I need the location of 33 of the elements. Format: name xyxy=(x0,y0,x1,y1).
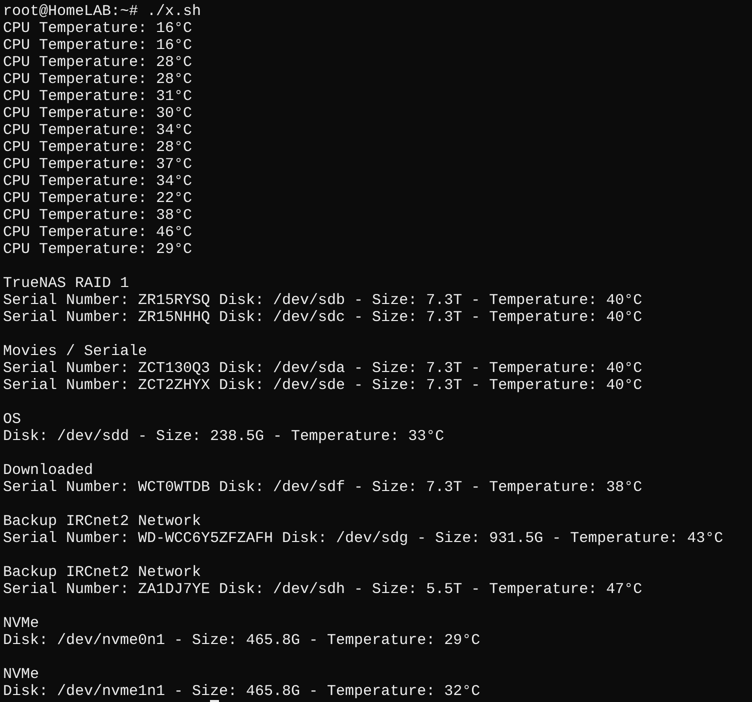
output-line: CPU Temperature: 28°C xyxy=(3,139,192,156)
output-line: CPU Temperature: 28°C xyxy=(3,71,192,88)
output-line: Serial Number: ZCT2ZHYX Disk: /dev/sde - Size: 7.3T - Temperature: 40°C xyxy=(3,377,642,394)
output-line: Disk: /dev/nvme0n1 - Size: 465.8G - Temperature: 29°C xyxy=(3,632,480,649)
output-line: CPU Temperature: 29°C xyxy=(3,241,192,258)
output-line: CPU Temperature: 46°C xyxy=(3,224,192,241)
output-line: CPU Temperature: 31°C xyxy=(3,88,192,105)
group-heading: OS xyxy=(3,411,22,428)
output-line: CPU Temperature: 34°C xyxy=(3,122,192,139)
output-line: CPU Temperature: 28°C xyxy=(3,54,192,71)
output-line: Disk: /dev/sdd - Size: 238.5G - Temperature: 33°C xyxy=(3,428,444,445)
command-prompt: root@HomeLAB:~# ./x.sh xyxy=(3,3,202,20)
output-line: Serial Number: ZA1DJ7YE Disk: /dev/sdh - Size: 5.5T - Temperature: 47°C xyxy=(3,581,642,598)
group-heading: Movies / Seriale xyxy=(3,343,148,360)
output-line: CPU Temperature: 22°C xyxy=(3,190,192,207)
group-heading: TrueNAS RAID 1 xyxy=(3,275,130,292)
output-line: CPU Temperature: 37°C xyxy=(3,156,192,173)
group-heading: Downloaded xyxy=(3,462,94,479)
output-line: Disk: /dev/nvme1n1 - Size: 465.8G - Temperature: 32°C xyxy=(3,683,480,700)
output-line: Serial Number: ZR15NHHQ Disk: /dev/sdc - Size: 7.3T - Temperature: 40°C xyxy=(3,309,642,326)
output-line: CPU Temperature: 38°C xyxy=(3,207,192,224)
output-line: Serial Number: WD-WCC6Y5ZFZAFH Disk: /dev/sdg - Size: 931.5G - Temperature: 43°C xyxy=(3,530,724,547)
output-line: Serial Number: WCT0WTDB Disk: /dev/sdf - Size: 7.3T - Temperature: 38°C xyxy=(3,479,642,496)
group-heading: NVMe xyxy=(3,615,40,632)
group-heading: NVMe xyxy=(3,666,40,683)
output-line: Serial Number: ZCT130Q3 Disk: /dev/sda - Size: 7.3T - Temperature: 40°C xyxy=(3,360,642,377)
output-line: CPU Temperature: 16°C xyxy=(3,20,192,37)
group-heading: Backup IRCnet2 Network xyxy=(3,564,202,581)
output-line: CPU Temperature: 34°C xyxy=(3,173,192,190)
output-line: Serial Number: ZR15RYSQ Disk: /dev/sdb - Size: 7.3T - Temperature: 40°C xyxy=(3,292,642,309)
group-heading: Backup IRCnet2 Network xyxy=(3,513,202,530)
output-line: CPU Temperature: 30°C xyxy=(3,105,192,122)
output-line: CPU Temperature: 16°C xyxy=(3,37,192,54)
